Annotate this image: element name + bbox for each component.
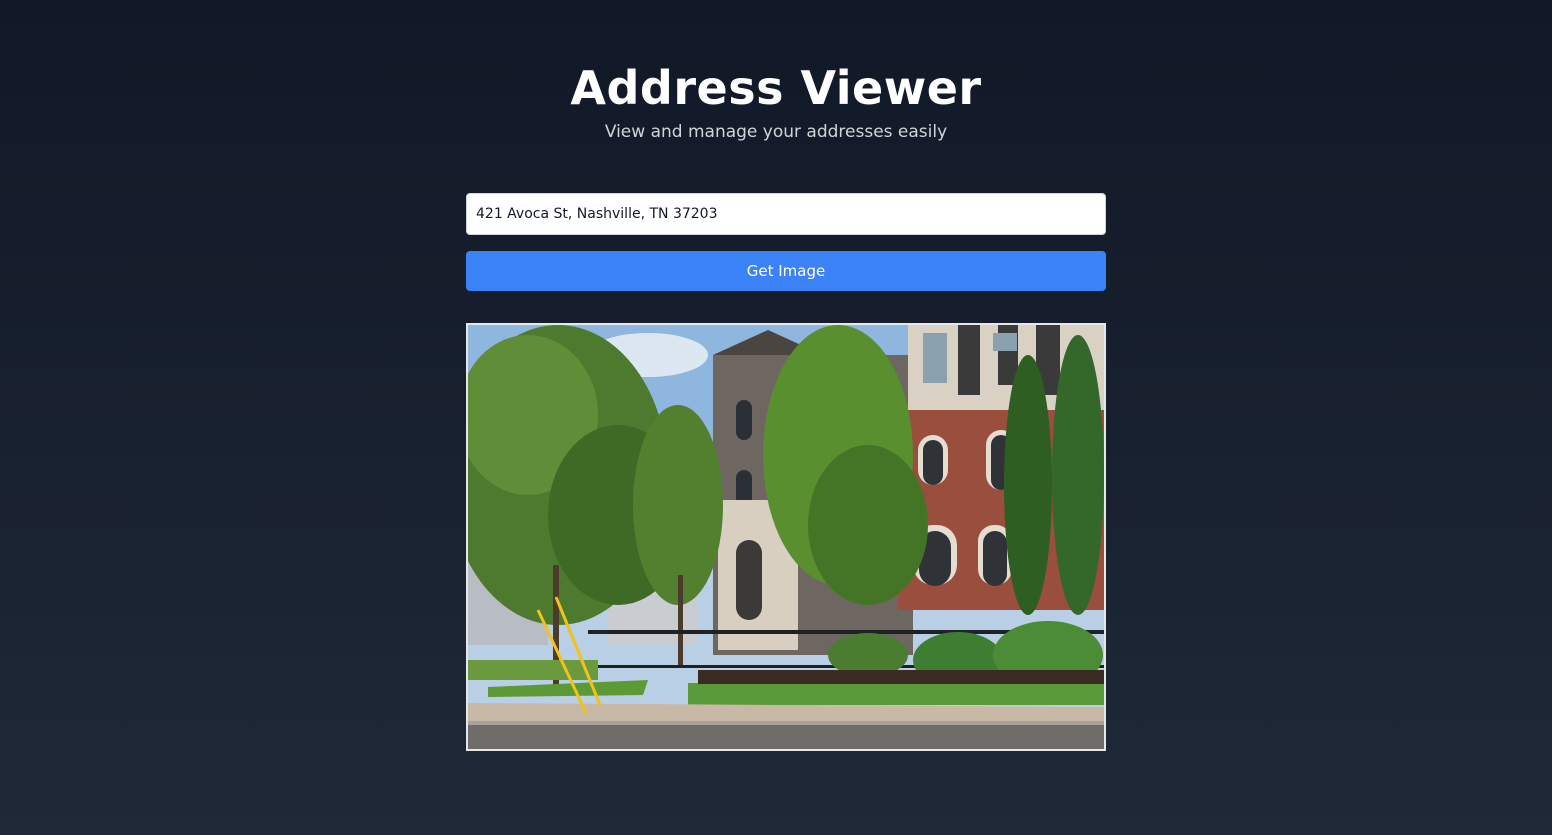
- street-photo: [468, 325, 1104, 749]
- page-subtitle: View and manage your addresses easily: [604, 122, 948, 142]
- address-image: [466, 323, 1106, 751]
- get-image-button[interactable]: Get Image: [466, 251, 1106, 291]
- address-viewer-app: Address Viewer View and manage your addr…: [0, 0, 1552, 835]
- page-title: Address Viewer: [570, 61, 982, 115]
- address-input[interactable]: [466, 193, 1106, 235]
